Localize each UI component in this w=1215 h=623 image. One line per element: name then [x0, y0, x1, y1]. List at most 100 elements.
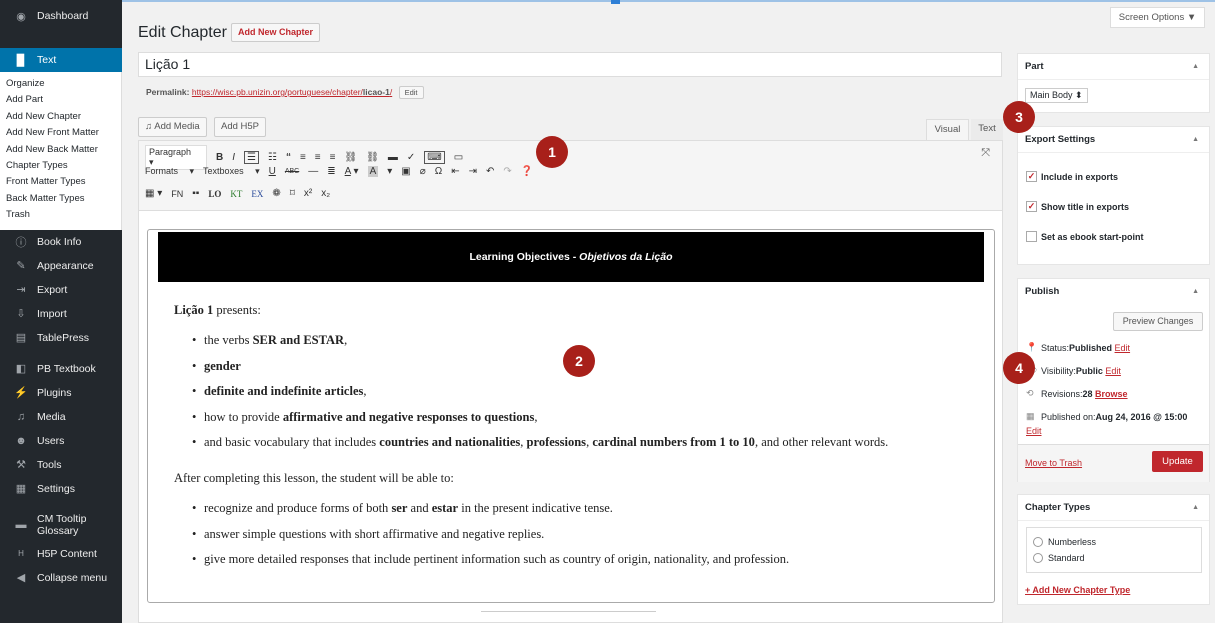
- align-center-icon[interactable]: ≡: [315, 152, 321, 163]
- undo-icon[interactable]: ↶: [486, 166, 494, 177]
- screen-options-button[interactable]: Screen Options ▼: [1110, 7, 1205, 28]
- nav-appearance[interactable]: ✎ Appearance: [0, 254, 122, 278]
- submenu-chapter-types[interactable]: Chapter Types: [0, 158, 121, 174]
- editor-content-area[interactable]: Learning Objectives - Objetivos da Lição…: [138, 210, 1003, 623]
- settings-icon: ▦: [15, 483, 27, 496]
- submenu-add-new-back-matter[interactable]: Add New Back Matter: [0, 142, 121, 158]
- permalink-url[interactable]: https://wisc.pb.unizin.org/portuguese/ch…: [192, 87, 392, 97]
- show-title-checkbox[interactable]: ✓ Show title in exports: [1026, 201, 1129, 212]
- published-on-edit-link[interactable]: Edit: [1026, 426, 1042, 436]
- nav-tablepress[interactable]: ▤ TablePress: [0, 326, 122, 350]
- formats-select[interactable]: Formats ▾: [145, 166, 194, 177]
- fullscreen-icon[interactable]: ⤧: [981, 147, 990, 160]
- key-takeaways-button[interactable]: KT: [230, 189, 242, 199]
- blockquote-icon[interactable]: “: [286, 152, 291, 163]
- preview-changes-button[interactable]: Preview Changes: [1113, 312, 1203, 331]
- nav-export[interactable]: ⇥ Export: [0, 278, 122, 302]
- nav-media[interactable]: ♫ Media: [0, 405, 122, 429]
- nav-book-info[interactable]: ⓘ Book Info: [0, 230, 122, 254]
- nav-settings[interactable]: ▦ Settings: [0, 477, 122, 501]
- numbered-list-icon[interactable]: ☷: [268, 152, 277, 163]
- background-color-icon[interactable]: A: [367, 166, 379, 177]
- publish-header[interactable]: Publish ▲: [1018, 279, 1209, 305]
- tab-visual[interactable]: Visual: [926, 119, 969, 140]
- link-icon[interactable]: ⛓: [344, 152, 357, 163]
- unlink-icon[interactable]: ⛓: [366, 152, 379, 163]
- subscript-icon[interactable]: x₂: [321, 188, 330, 199]
- submenu-front-matter-types[interactable]: Front Matter Types: [0, 174, 121, 190]
- help-icon[interactable]: ❓: [521, 166, 533, 177]
- nav-users[interactable]: ☻ Users: [0, 429, 122, 453]
- keyboard-icon[interactable]: ⌨: [424, 151, 445, 164]
- submenu-add-new-front-matter[interactable]: Add New Front Matter: [0, 125, 121, 141]
- permalink-edit-button[interactable]: Edit: [398, 86, 424, 99]
- submenu-trash[interactable]: Trash: [0, 207, 121, 223]
- h5p-editor-icon[interactable]: ❁: [272, 188, 280, 199]
- nav-dashboard[interactable]: ◉ Dashboard: [0, 4, 122, 28]
- toggle-icon[interactable]: ▲: [1192, 279, 1199, 305]
- justify-icon[interactable]: ≣: [327, 166, 335, 177]
- learning-objectives-button[interactable]: LO: [208, 189, 221, 199]
- chapter-types-header[interactable]: Chapter Types ▲: [1018, 495, 1209, 521]
- text-color-icon[interactable]: A ▾: [345, 166, 359, 177]
- nav-import[interactable]: ⇩ Import: [0, 302, 122, 326]
- nav-collapse-menu[interactable]: ◀ Collapse menu: [0, 566, 122, 590]
- nav-tools[interactable]: ⚒ Tools: [0, 453, 122, 477]
- part-select[interactable]: Main Body ⬍: [1025, 88, 1088, 103]
- move-to-trash-link[interactable]: Move to Trash: [1025, 458, 1082, 468]
- toggle-icon[interactable]: ▲: [1192, 127, 1199, 153]
- redo-icon[interactable]: ↷: [503, 166, 511, 177]
- bookmark-icon[interactable]: ⌑: [290, 188, 295, 199]
- add-h5p-button[interactable]: Add H5P: [214, 117, 267, 137]
- italic-icon[interactable]: I: [232, 152, 235, 163]
- ebook-start-checkbox[interactable]: Set as ebook start-point: [1026, 231, 1144, 242]
- align-left-icon[interactable]: ≡: [300, 152, 306, 163]
- nav-cm-tooltip-glossary[interactable]: ▬ CM Tooltip Glossary: [0, 508, 122, 542]
- add-new-chapter-type-link[interactable]: + Add New Chapter Type: [1025, 585, 1130, 595]
- chapter-title-input[interactable]: Lição 1: [138, 52, 1002, 77]
- read-more-icon[interactable]: ▬: [388, 152, 398, 163]
- horizontal-line-icon[interactable]: —: [308, 166, 318, 177]
- add-media-button[interactable]: ♫ Add Media: [138, 117, 207, 137]
- toolbar-toggle-icon[interactable]: ▭: [454, 152, 463, 163]
- standard-radio[interactable]: Standard: [1033, 553, 1085, 563]
- paste-text-icon[interactable]: ▣: [401, 166, 410, 177]
- exercises-button[interactable]: EX: [251, 189, 263, 199]
- outdent-icon[interactable]: ⇤: [451, 166, 459, 177]
- nav-text[interactable]: ▉ Text: [0, 48, 122, 72]
- numberless-radio[interactable]: Numberless: [1033, 537, 1096, 547]
- align-right-icon[interactable]: ≡: [330, 152, 336, 163]
- browse-link[interactable]: Browse: [1095, 389, 1128, 399]
- clear-formatting-icon[interactable]: ⌀: [420, 166, 426, 177]
- indent-icon[interactable]: ⇥: [469, 166, 477, 177]
- submenu-organize[interactable]: Organize: [0, 76, 121, 92]
- add-new-chapter-button[interactable]: Add New Chapter: [231, 23, 321, 42]
- textboxes-select[interactable]: Textboxes ▾: [203, 166, 260, 177]
- nav-pb-textbook[interactable]: ◧ PB Textbook: [0, 357, 122, 381]
- toggle-icon[interactable]: ▲: [1192, 54, 1199, 80]
- include-in-exports-checkbox[interactable]: ✓ Include in exports: [1026, 171, 1118, 182]
- strikethrough-icon[interactable]: ABC: [285, 168, 299, 175]
- table-icon[interactable]: ▦ ▾: [145, 188, 162, 199]
- superscript-icon[interactable]: x²: [304, 188, 312, 199]
- submenu-back-matter-types[interactable]: Back Matter Types: [0, 191, 121, 207]
- nav-plugins[interactable]: ⚡ Plugins: [0, 381, 122, 405]
- part-panel-header[interactable]: Part ▲: [1018, 54, 1209, 80]
- submenu-add-part[interactable]: Add Part: [0, 92, 121, 108]
- toggle-icon[interactable]: ▲: [1192, 495, 1199, 521]
- update-button[interactable]: Update: [1152, 451, 1203, 472]
- footnote-button[interactable]: FN: [171, 189, 183, 199]
- resize-handle[interactable]: [481, 611, 656, 612]
- underline-icon[interactable]: U: [269, 166, 276, 177]
- spellcheck-icon[interactable]: ✓: [407, 152, 415, 163]
- special-character-icon[interactable]: Ω: [435, 166, 442, 177]
- submenu-add-new-chapter[interactable]: Add New Chapter: [0, 109, 121, 125]
- nav-h5p-content[interactable]: H H5P Content: [0, 542, 122, 566]
- visibility-edit-link[interactable]: Edit: [1105, 366, 1121, 376]
- bullet-list-icon[interactable]: ☰: [244, 151, 259, 164]
- export-settings-header[interactable]: Export Settings ▲: [1018, 127, 1209, 153]
- bold-icon[interactable]: B: [216, 152, 223, 163]
- tab-text[interactable]: Text: [971, 119, 1003, 140]
- columns-icon[interactable]: ▪▪: [192, 188, 199, 199]
- status-edit-link[interactable]: Edit: [1115, 343, 1131, 353]
